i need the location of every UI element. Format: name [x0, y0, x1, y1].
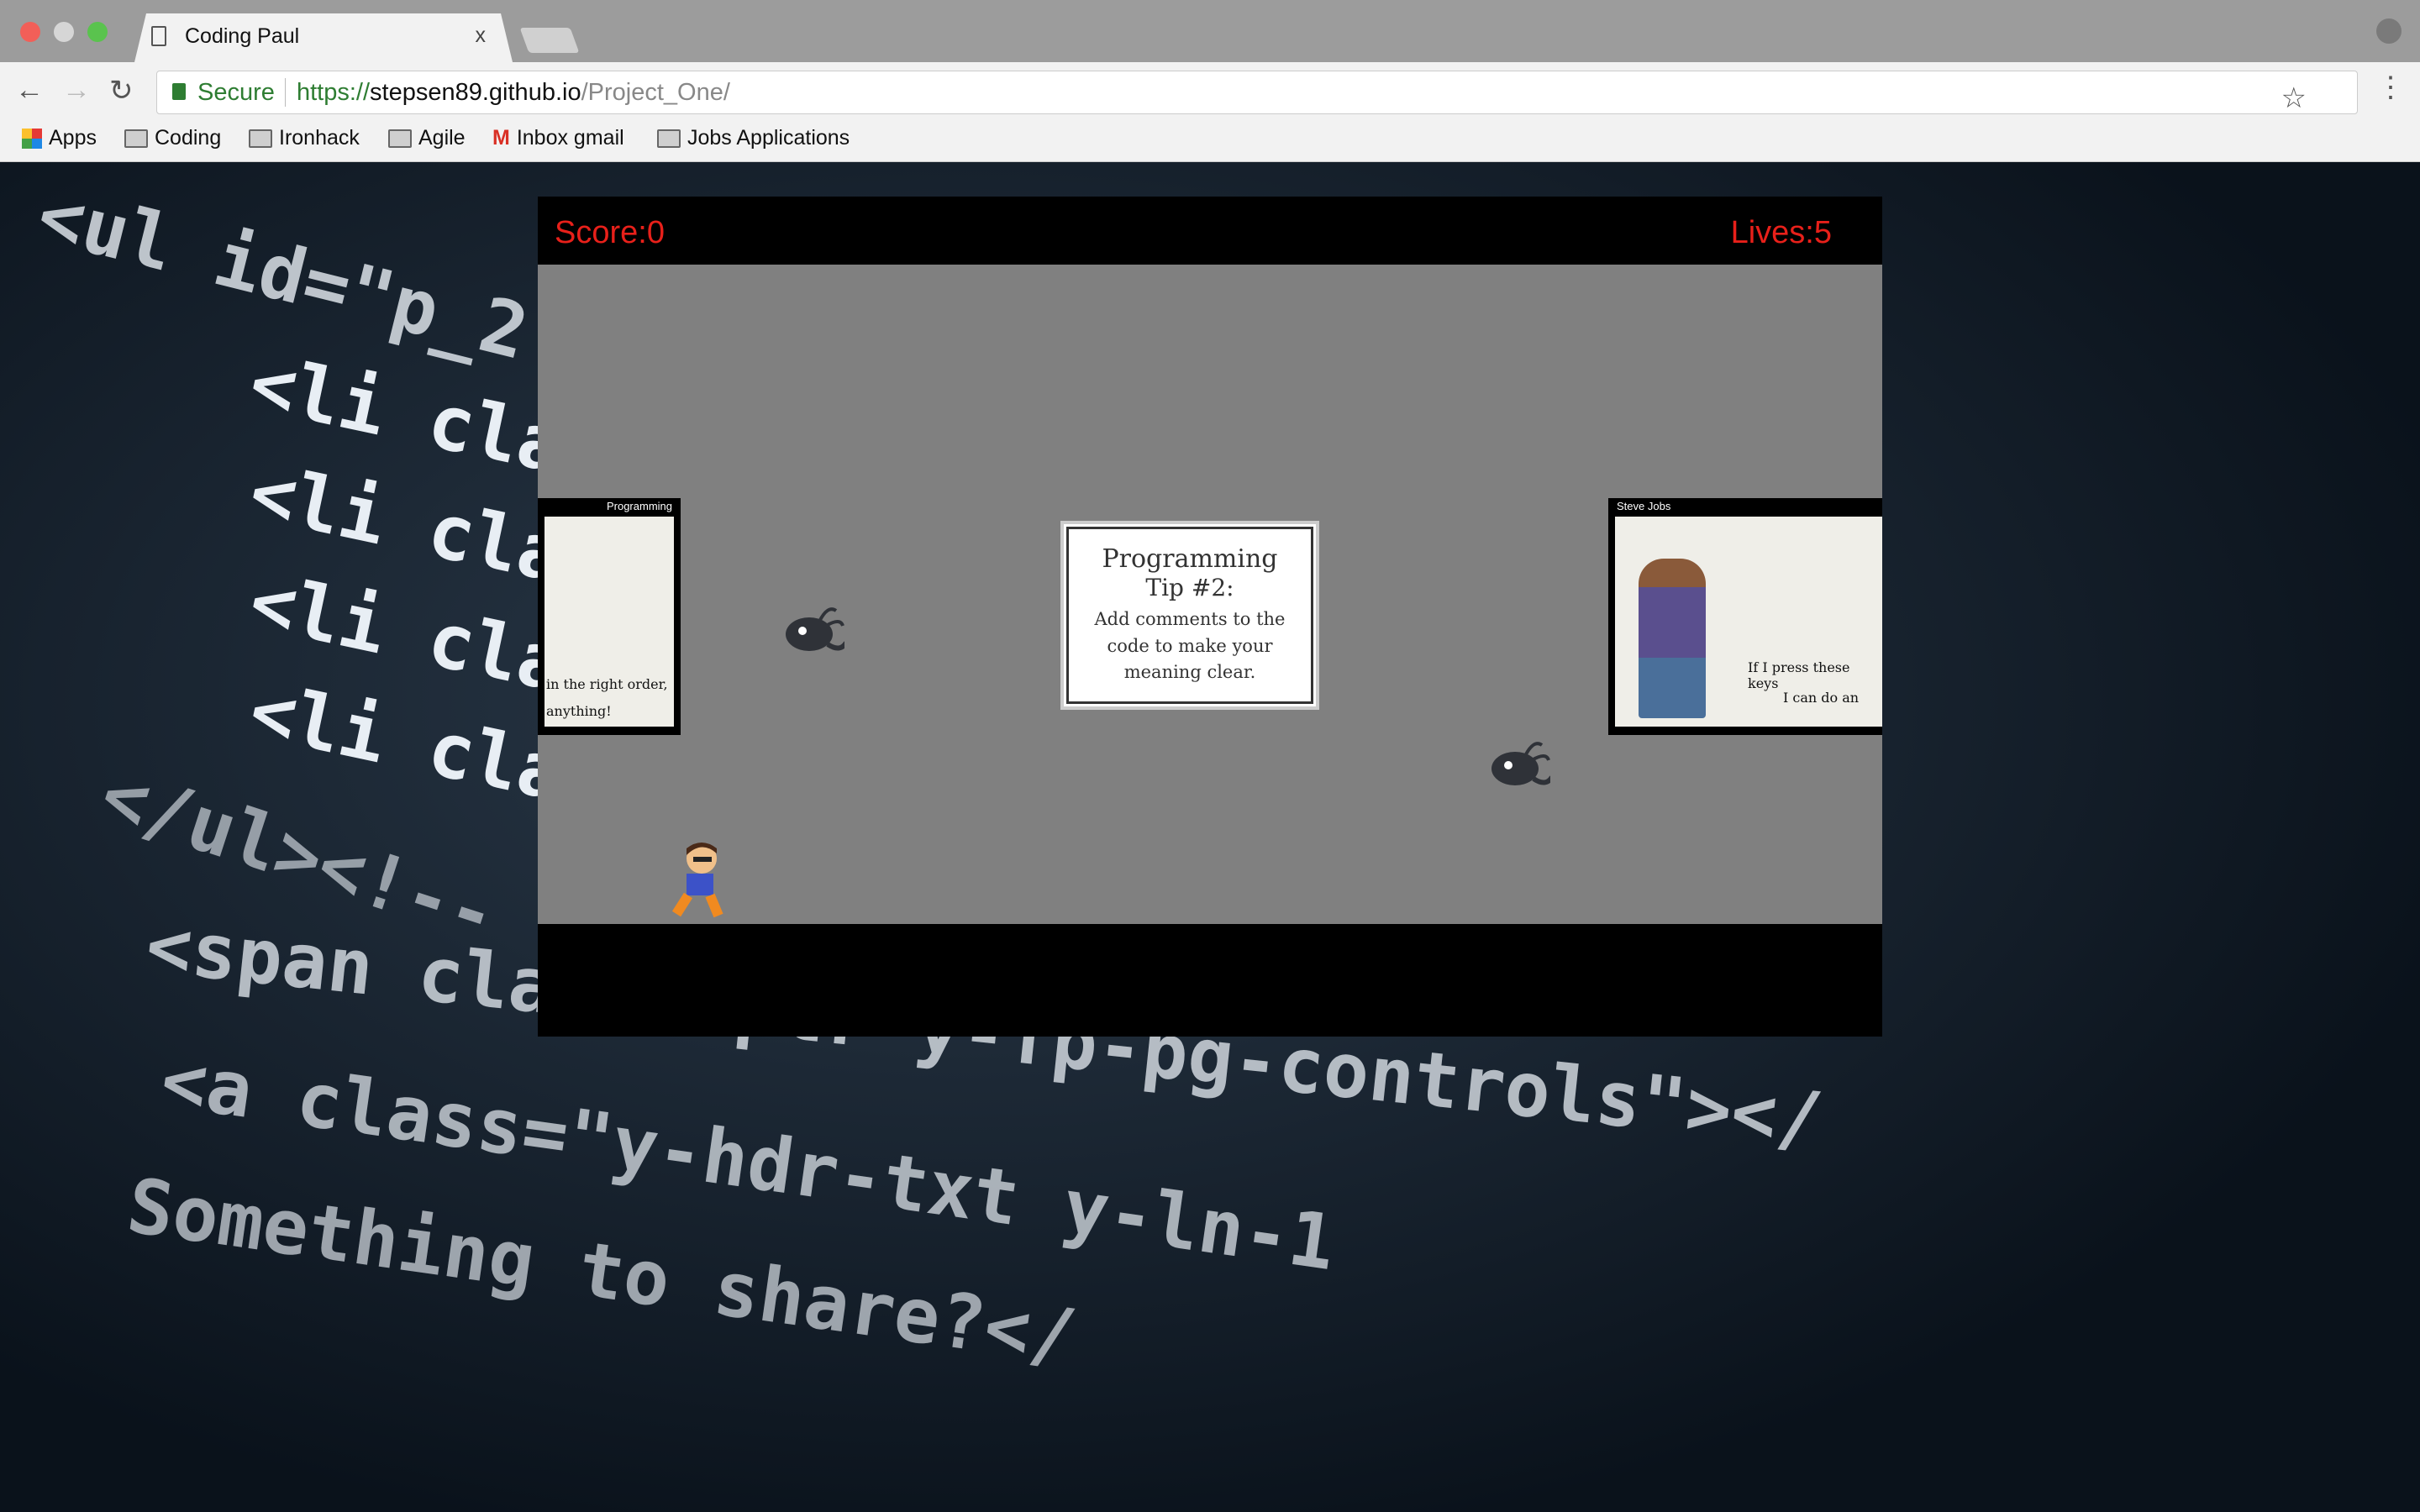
tip-text: Add comments to the code to make your me…: [1094, 609, 1286, 682]
minimize-window-button[interactable]: [54, 22, 74, 42]
comic-card-right: Steve Jobs If I press these keys I can d…: [1608, 498, 1882, 735]
programmer-illustration: [1639, 559, 1706, 718]
apps-grid-icon: [22, 128, 42, 149]
bookmark-ironhack[interactable]: Ironhack: [249, 126, 360, 150]
toolbar: ← → ↻ Secure https://stepsen89.github.io…: [0, 62, 2420, 123]
lives-display: Lives:5: [1730, 215, 1832, 250]
url-scheme: https://: [297, 79, 371, 106]
tab-bar: Coding Paul x: [0, 0, 2420, 62]
close-window-button[interactable]: [20, 22, 40, 42]
url-text[interactable]: https://stepsen89.github.io/Project_One/: [297, 79, 730, 107]
url-path: /Project_One/: [581, 79, 730, 106]
comic-panel: in the right order, anything!: [544, 517, 674, 727]
bookmark-jobs-applications[interactable]: Jobs Applications: [657, 126, 850, 150]
tip-number: Tip #2:: [1145, 574, 1234, 601]
folder-icon: [124, 129, 148, 148]
bookmark-inbox-gmail[interactable]: M Inbox gmail: [492, 126, 624, 150]
tab-coding-paul[interactable]: Coding Paul x: [134, 13, 513, 62]
tab-title: Coding Paul: [185, 24, 300, 48]
comic-card-left: Programming in the right order, anything…: [538, 498, 681, 735]
comic-caption: I can do an: [1783, 690, 1860, 706]
bug-enemy: [786, 607, 844, 651]
comic-header: Steve Jobs: [1617, 500, 1671, 512]
player-character: [671, 843, 723, 918]
play-field: Programming in the right order, anything…: [538, 265, 1882, 924]
bug-enemy: [1491, 742, 1550, 785]
bookmarks-bar: Apps Coding Ironhack Agile M Inbox gmail …: [0, 123, 2420, 162]
bookmark-agile[interactable]: Agile: [388, 126, 466, 150]
bookmark-label: Apps: [49, 126, 97, 150]
address-bar[interactable]: Secure https://stepsen89.github.io/Proje…: [156, 71, 2358, 114]
maximize-window-button[interactable]: [87, 22, 108, 42]
folder-icon: [657, 129, 681, 148]
bookmark-apps[interactable]: Apps: [22, 126, 97, 150]
bookmark-star-icon[interactable]: ☆: [2281, 81, 2307, 115]
tip-title: Programming: [1102, 544, 1278, 574]
bookmark-label: Agile: [418, 126, 466, 150]
document-icon: [151, 26, 166, 46]
back-icon[interactable]: ←: [15, 74, 44, 107]
comic-caption: anything!: [546, 703, 612, 719]
reload-icon[interactable]: ↻: [109, 74, 134, 108]
profile-icon[interactable]: [2376, 18, 2402, 44]
bookmark-label: Jobs Applications: [687, 126, 850, 150]
comic-header: Programming: [606, 500, 672, 512]
bookmark-label: Ironhack: [279, 126, 360, 150]
bookmark-label: Inbox gmail: [516, 126, 624, 150]
new-tab-button[interactable]: [519, 28, 580, 53]
forward-icon[interactable]: →: [62, 74, 91, 107]
divider: [285, 78, 286, 107]
folder-icon: [388, 129, 412, 148]
url-host: stepsen89.github.io: [370, 79, 581, 106]
comic-caption: If I press these keys: [1748, 659, 1850, 691]
programming-tip-card: Programming Tip #2: Add comments to the …: [1060, 521, 1319, 710]
secure-label: Secure: [197, 79, 275, 106]
comic-caption: in the right order,: [546, 676, 668, 692]
lock-icon: [172, 83, 186, 100]
comic-panel: If I press these keys I can do an: [1615, 517, 1882, 727]
bookmark-label: Coding: [155, 126, 222, 150]
gmail-icon: M: [492, 126, 510, 150]
menu-icon[interactable]: ⋮: [2376, 71, 2405, 104]
tab-close-button[interactable]: x: [476, 24, 487, 48]
game-canvas[interactable]: Score:0 Lives:5 Programming in the right…: [538, 197, 1882, 1037]
folder-icon: [249, 129, 272, 148]
bookmark-coding[interactable]: Coding: [124, 126, 221, 150]
score-display: Score:0: [555, 215, 665, 250]
